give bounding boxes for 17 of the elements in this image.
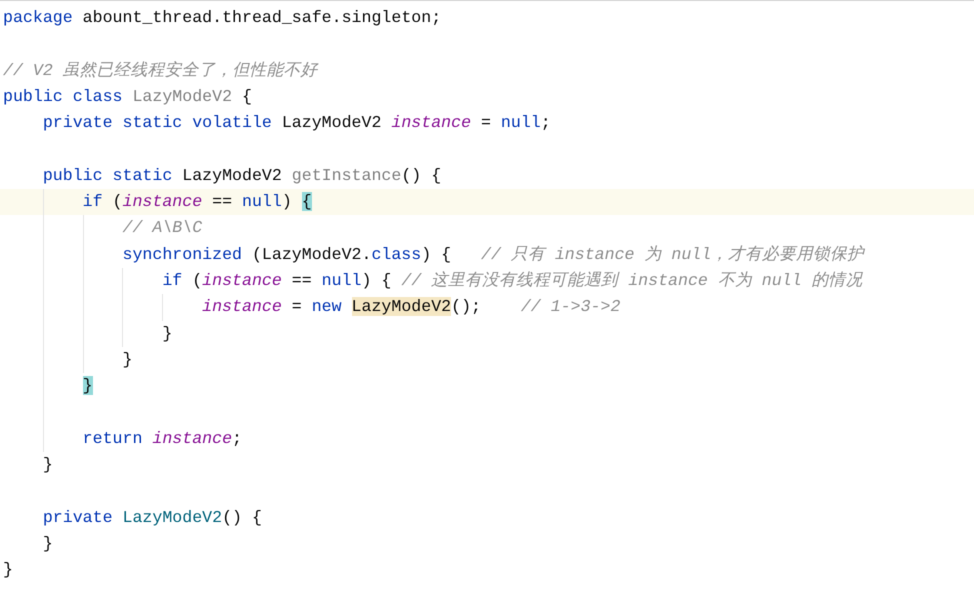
code-line: package abount_thread.thread_safe.singleton; — [3, 7, 442, 29]
code-line: } — [162, 322, 172, 345]
code-line: public static LazyModeV2 getInstance() { — [42, 164, 442, 187]
code-line: // A\B\C — [122, 217, 202, 240]
code-line: if (instance == null) { // 这里有没有线程可能遇到 instance 不为 null 的情况 — [162, 270, 863, 292]
code-line: if (instance == null) { — [82, 191, 312, 214]
code-line: return instance; — [82, 428, 242, 450]
code-line: } — [3, 559, 13, 582]
code-line: } — [42, 454, 53, 476]
code-line: instance = new LazyModeV2(); // 1->3->2 — [202, 296, 620, 318]
code-line: } — [122, 348, 132, 371]
code-line: synchronized (LazyModeV2.class) { // 只有 instance 为 null，才有必要用锁保护 — [122, 244, 864, 266]
code-line: private LazyModeV2() { — [42, 506, 262, 529]
code-line: private static volatile LazyModeV2 instance = null; — [42, 112, 551, 134]
code-line: public class LazyModeV2 { — [3, 86, 252, 108]
code-line: } — [42, 532, 53, 555]
code-line: // V2 虽然已经线程安全了，但性能不好 — [3, 60, 318, 82]
